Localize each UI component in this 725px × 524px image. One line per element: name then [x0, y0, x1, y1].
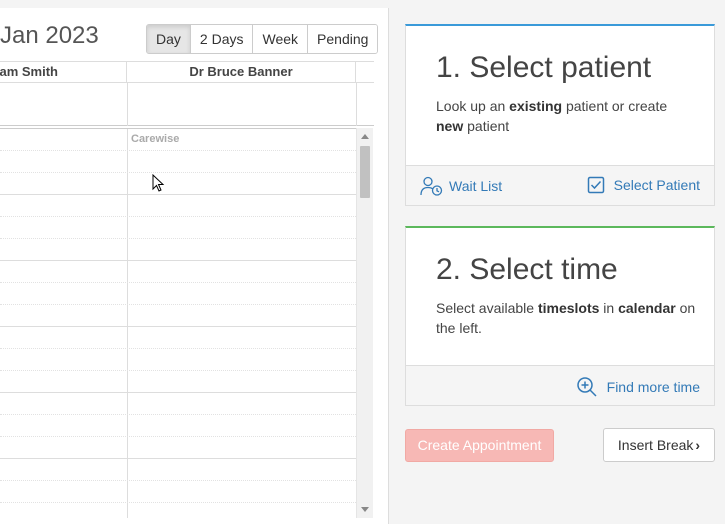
calendar-panel: Jan 2023 Day 2 Days Week Pending am Smit…: [0, 8, 389, 524]
checkbox-checked-icon: [587, 176, 604, 194]
chevron-right-icon: ›: [695, 437, 701, 453]
zoom-in-icon: [576, 377, 597, 397]
select-patient-title: 1. Select patient: [436, 51, 652, 84]
time-grid[interactable]: Carewise: [0, 128, 356, 518]
time-slot-row[interactable]: [0, 371, 356, 393]
time-slot-row[interactable]: [0, 305, 356, 327]
time-slot-row[interactable]: [0, 173, 356, 195]
time-slot-row[interactable]: [0, 239, 356, 261]
time-slot-row[interactable]: [0, 283, 356, 305]
time-slot-row[interactable]: [0, 459, 356, 481]
select-time-title: 2. Select time: [436, 253, 618, 286]
wait-list-link[interactable]: Wait List: [420, 176, 502, 196]
create-appointment-button[interactable]: Create Appointment: [405, 429, 554, 462]
view-week-button[interactable]: Week: [253, 25, 309, 53]
view-pending-button[interactable]: Pending: [308, 25, 378, 53]
calendar-title: Jan 2023: [0, 22, 99, 49]
time-slot-row[interactable]: [0, 437, 356, 459]
mouse-cursor-icon: [152, 174, 165, 192]
user-clock-icon: [420, 176, 443, 196]
scroll-down-arrow[interactable]: [361, 507, 369, 512]
select-patient-link[interactable]: Select Patient: [587, 176, 700, 194]
view-2days-button[interactable]: 2 Days: [190, 25, 254, 53]
find-more-time-link[interactable]: Find more time: [576, 376, 700, 398]
select-time-panel: 2. Select time Select available timeslot…: [405, 226, 715, 406]
time-slot-row[interactable]: [0, 393, 356, 415]
time-slot-row[interactable]: [0, 481, 356, 503]
select-time-footer: Find more time: [406, 365, 714, 405]
time-slot-row[interactable]: [0, 261, 356, 283]
time-slot-row[interactable]: [0, 151, 356, 173]
view-day-button[interactable]: Day: [147, 25, 191, 53]
doctor-header: am Smith Dr Bruce Banner: [0, 61, 374, 83]
time-slot-row[interactable]: [0, 327, 356, 349]
time-slot-row[interactable]: [0, 415, 356, 437]
time-slot-row[interactable]: [0, 503, 356, 524]
select-patient-description: Look up an existing patient or create ne…: [436, 98, 668, 134]
insert-break-button[interactable]: Insert Break ›: [603, 428, 715, 462]
all-day-row[interactable]: [0, 83, 374, 126]
select-time-description: Select available timeslots in calendar o…: [436, 300, 696, 336]
select-patient-panel: 1. Select patient Look up an existing pa…: [405, 24, 715, 206]
doctor-name-1: am Smith: [0, 64, 58, 79]
calendar-scrollbar[interactable]: [356, 128, 373, 518]
time-slot-row[interactable]: [0, 349, 356, 371]
select-patient-footer: Wait List Select Patient: [406, 165, 714, 205]
doctor-column-1: am Smith: [0, 62, 127, 82]
doctor-column-2: Dr Bruce Banner: [127, 62, 356, 82]
scroll-thumb[interactable]: [360, 146, 370, 198]
view-switcher: Day 2 Days Week Pending: [146, 24, 379, 54]
time-slot-row[interactable]: [0, 195, 356, 217]
scroll-up-arrow[interactable]: [361, 134, 369, 139]
time-slot-row[interactable]: [0, 129, 356, 151]
time-slot-row[interactable]: [0, 217, 356, 239]
